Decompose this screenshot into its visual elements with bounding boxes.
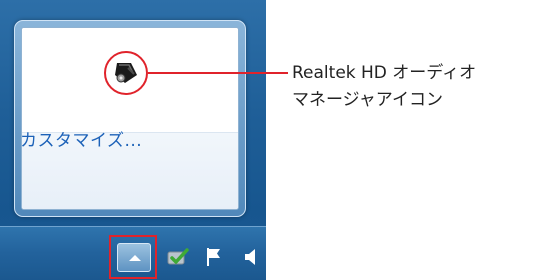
callout-line1: Realtek HD オーディオ xyxy=(292,63,477,83)
callout-line xyxy=(148,72,288,74)
highlight-circle xyxy=(104,51,148,95)
callout-line2: マネージャアイコン xyxy=(292,90,443,110)
action-center-check-icon[interactable] xyxy=(166,246,190,268)
customize-link[interactable]: カスタマイズ... xyxy=(20,126,200,151)
notification-overflow-popup xyxy=(14,20,246,217)
volume-speaker-icon[interactable] xyxy=(244,246,258,268)
highlight-rectangle xyxy=(109,235,157,279)
flag-icon[interactable] xyxy=(205,246,223,268)
callout-label: Realtek HD オーディオ マネージャアイコン xyxy=(292,60,532,114)
